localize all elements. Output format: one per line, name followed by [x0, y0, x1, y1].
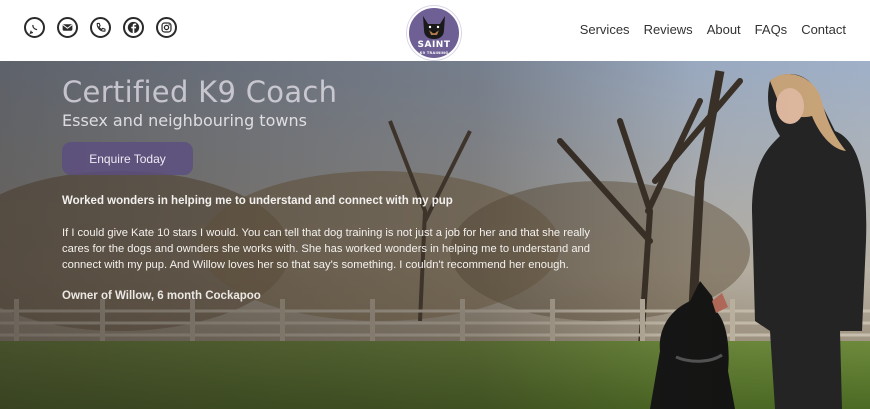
hero-subtitle: Essex and neighbouring towns — [62, 111, 307, 130]
phone-icon[interactable] — [90, 17, 111, 38]
nav-about[interactable]: About — [707, 22, 741, 37]
instagram-icon[interactable] — [156, 17, 177, 38]
nav-services[interactable]: Services — [580, 22, 630, 37]
main-nav: Services Reviews About FAQs Contact — [580, 22, 846, 37]
social-links — [24, 17, 177, 38]
logo-subtitle: K9 TRAINING — [419, 51, 449, 55]
nav-reviews[interactable]: Reviews — [644, 22, 693, 37]
facebook-icon[interactable] — [123, 17, 144, 38]
whatsapp-icon[interactable] — [24, 17, 45, 38]
hero-section: Certified K9 Coach Essex and neighbourin… — [0, 61, 870, 409]
hero-title: Certified K9 Coach — [62, 75, 338, 109]
testimonial-author: Owner of Willow, 6 month Cockapoo — [62, 290, 261, 302]
site-logo[interactable]: SAINT K9 TRAINING — [407, 6, 461, 60]
site-header: SAINT K9 TRAINING Services Reviews About… — [0, 0, 870, 61]
nav-contact[interactable]: Contact — [801, 22, 846, 37]
email-icon[interactable] — [57, 17, 78, 38]
enquire-button[interactable]: Enquire Today — [62, 142, 193, 175]
testimonial-body: If I could give Kate 10 stars I would. Y… — [62, 227, 590, 271]
testimonial-headline: Worked wonders in helping me to understa… — [62, 195, 453, 207]
nav-faqs[interactable]: FAQs — [755, 22, 788, 37]
logo-title: SAINT — [417, 40, 451, 50]
